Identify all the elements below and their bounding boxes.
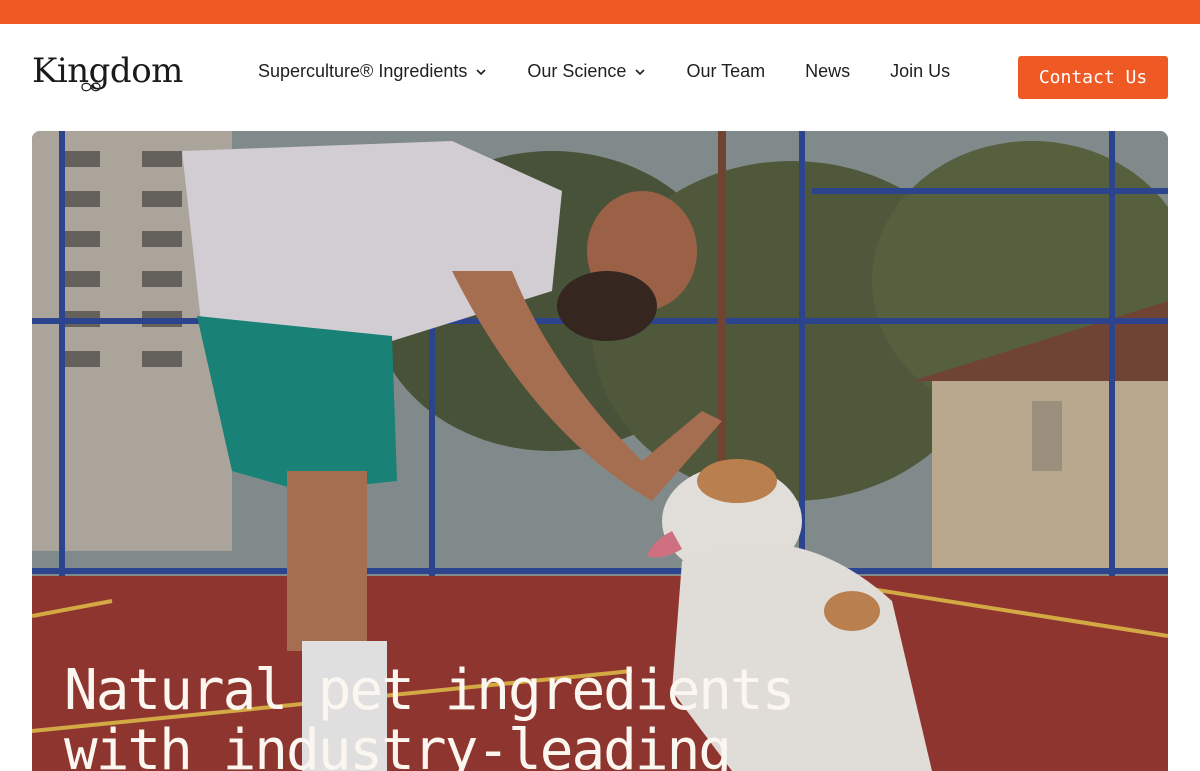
brand-logo-text: Kingdom [32, 51, 183, 91]
chevron-down-icon [635, 68, 646, 75]
nav-item-label: Join Us [890, 61, 951, 81]
brand-logo[interactable]: Kingdom [32, 51, 183, 92]
site-header: Kingdom Superculture® Ingredients Our Sc… [0, 24, 1200, 131]
hero-title-line: Natural pet ingredients [64, 658, 795, 723]
nav-item-label: Our Science [527, 61, 627, 81]
nav-item-news[interactable]: News [805, 61, 850, 82]
nav-item-our-team[interactable]: Our Team [686, 61, 765, 82]
hero-banner: Natural pet ingredients with industry-le… [32, 131, 1168, 771]
hero-title: Natural pet ingredients with industry-le… [64, 658, 795, 771]
logo-loop-icon [81, 82, 101, 92]
chevron-down-icon [476, 68, 486, 75]
contact-us-button[interactable]: Contact Us [1018, 56, 1168, 99]
main-nav: Superculture® Ingredients Our Science Ou… [258, 61, 950, 82]
top-accent-bar [0, 0, 1200, 24]
hero-title-line: with industry-leading [64, 718, 732, 771]
nav-item-superculture-ingredients[interactable]: Superculture® Ingredients [258, 61, 487, 82]
nav-item-our-science[interactable]: Our Science [527, 61, 646, 82]
nav-item-label: Our Team [686, 61, 766, 81]
nav-item-label: News [805, 61, 851, 81]
nav-item-join-us[interactable]: Join Us [890, 61, 950, 82]
nav-item-label: Superculture® Ingredients [258, 61, 468, 81]
